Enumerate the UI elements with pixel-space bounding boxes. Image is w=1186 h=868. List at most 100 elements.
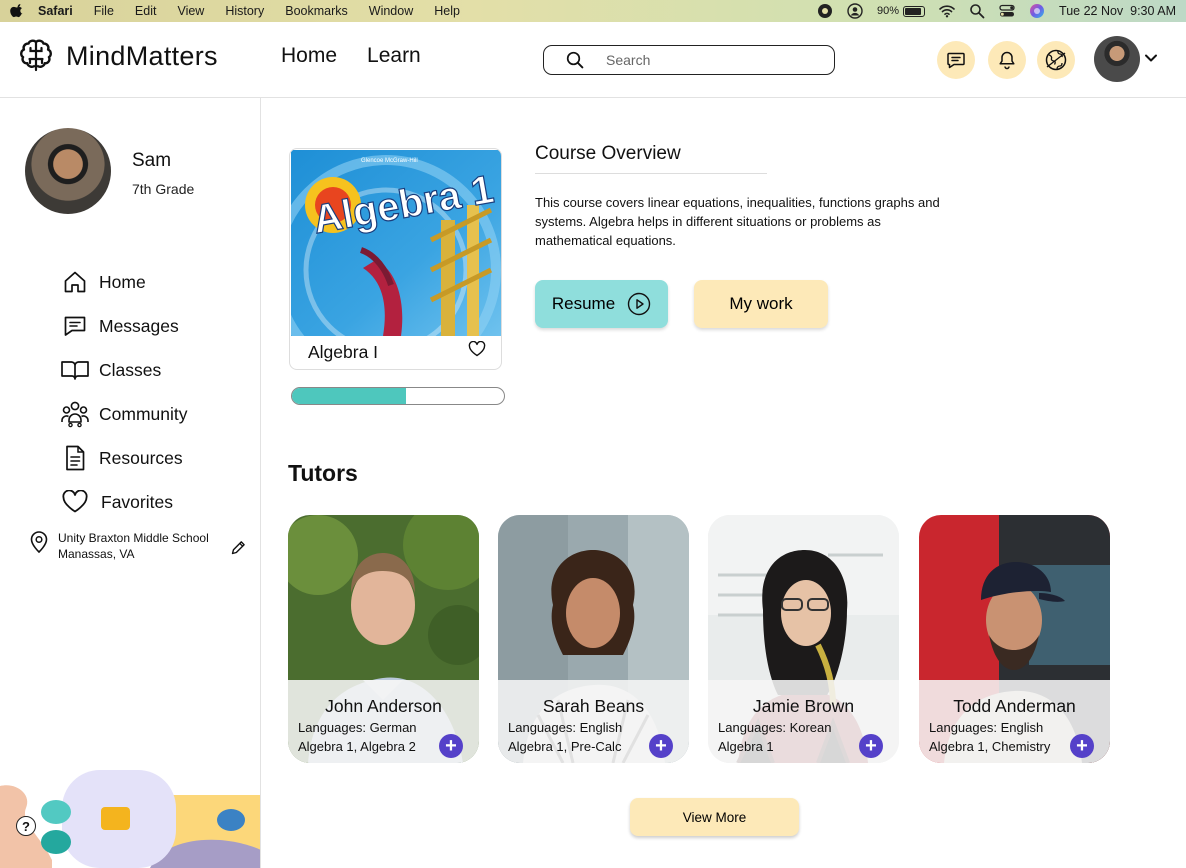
tutor-info: Jamie Brown Languages: Korean Algebra 1 …: [708, 680, 899, 763]
sidebar-item-resources[interactable]: Resources: [60, 436, 188, 480]
add-tutor-button[interactable]: +: [1070, 734, 1094, 758]
tutor-card[interactable]: Jamie Brown Languages: Korean Algebra 1 …: [708, 515, 899, 763]
search-icon: [566, 51, 584, 69]
tutor-subjects: Algebra 1, Algebra 2: [298, 739, 416, 754]
tutor-languages: Languages: German: [298, 720, 417, 735]
profile-grade: 7th Grade: [132, 181, 195, 197]
sidebar-item-label: Home: [99, 271, 146, 292]
my-work-button[interactable]: My work: [694, 280, 828, 328]
brand-logo[interactable]: MindMatters: [18, 38, 218, 74]
chevron-down-icon[interactable]: [1144, 53, 1158, 63]
add-tutor-button[interactable]: +: [859, 734, 883, 758]
tutor-card[interactable]: Todd Anderman Languages: English Algebra…: [919, 515, 1110, 763]
favorite-heart-icon[interactable]: [468, 341, 486, 357]
battery-icon: [903, 5, 926, 17]
top-nav-learn[interactable]: Learn: [367, 44, 421, 68]
user-avatar[interactable]: [1094, 36, 1140, 82]
course-progress-bar: [291, 387, 505, 405]
view-more-button[interactable]: View More: [630, 798, 799, 836]
battery-percent: 90%: [877, 5, 900, 17]
course-overview-title: Course Overview: [535, 143, 767, 174]
battery-status[interactable]: 90%: [877, 5, 926, 17]
course-title: Algebra I: [308, 342, 379, 362]
help-icon[interactable]: ?: [16, 816, 36, 836]
user-account-icon[interactable]: [847, 3, 863, 19]
top-nav-home[interactable]: Home: [281, 44, 337, 68]
menu-edit[interactable]: Edit: [135, 4, 157, 18]
edit-pencil-icon[interactable]: [230, 540, 246, 556]
spotlight-search-icon[interactable]: [969, 3, 985, 19]
book-icon: [60, 355, 90, 385]
location-pin-icon: [30, 531, 48, 554]
sidebar-item-community[interactable]: Community: [60, 392, 188, 436]
sidebar: Sam 7th Grade Home Messages Classes Comm…: [0, 98, 261, 868]
message-icon: [60, 311, 90, 341]
profile-avatar[interactable]: [25, 128, 111, 214]
tutor-name: Sarah Beans: [542, 696, 645, 716]
profile-name: Sam: [132, 150, 172, 171]
resume-button[interactable]: Resume: [535, 280, 668, 328]
sidebar-item-classes[interactable]: Classes: [60, 348, 188, 392]
play-circle-icon: [627, 292, 651, 316]
sidebar-item-label: Resources: [99, 447, 183, 468]
menu-view[interactable]: View: [177, 4, 204, 18]
siri-icon[interactable]: [1029, 3, 1045, 19]
school-name: Unity Braxton Middle School: [58, 531, 209, 545]
apple-icon[interactable]: [10, 4, 24, 18]
plus-icon: +: [865, 735, 877, 757]
menu-history[interactable]: History: [225, 4, 264, 18]
sidebar-item-messages[interactable]: Messages: [60, 304, 188, 348]
notifications-button[interactable]: [988, 41, 1026, 79]
my-work-label: My work: [729, 294, 793, 313]
cover-publisher: Glencoe McGraw-Hill: [361, 158, 418, 164]
control-center-icon[interactable]: [999, 3, 1015, 19]
sidebar-item-label: Favorites: [101, 491, 173, 512]
heart-icon: [60, 487, 90, 517]
tutor-card[interactable]: John Anderson Languages: German Algebra …: [288, 515, 479, 763]
document-icon: [60, 443, 90, 473]
add-tutor-button[interactable]: +: [649, 734, 673, 758]
search-input[interactable]: [606, 52, 826, 68]
tutor-name: Jamie Brown: [752, 696, 855, 716]
messages-button[interactable]: [937, 41, 975, 79]
tutor-info: John Anderson Languages: German Algebra …: [288, 680, 479, 763]
tutor-languages: Languages: English: [929, 720, 1044, 735]
sidebar-item-favorites[interactable]: Favorites: [60, 480, 188, 524]
course-overview-text: This course covers linear equations, ine…: [535, 195, 940, 248]
globe-icon: [1045, 49, 1067, 71]
tutor-name: Todd Anderman: [953, 696, 1076, 716]
tutor-info: Todd Anderman Languages: English Algebra…: [919, 680, 1110, 763]
tutor-subjects: Algebra 1, Pre-Calc: [508, 739, 622, 754]
search-bar[interactable]: [543, 45, 835, 75]
wifi-icon[interactable]: [939, 3, 955, 19]
add-tutor-button[interactable]: +: [439, 734, 463, 758]
language-button[interactable]: [1037, 41, 1075, 79]
tutor-info: Sarah Beans Languages: English Algebra 1…: [498, 680, 689, 763]
menubar-clock[interactable]: Tue 22 Nov 9:30 AM: [1059, 4, 1176, 18]
menu-app-name[interactable]: Safari: [38, 4, 73, 18]
top-nav: Home Learn: [281, 44, 421, 68]
menu-bookmarks[interactable]: Bookmarks: [285, 4, 348, 18]
brain-logo-icon: [20, 39, 52, 72]
system-menubar: Safari File Edit View History Bookmarks …: [0, 0, 1186, 22]
bell-icon: [999, 51, 1015, 70]
course-cover-image: Glencoe McGraw-Hill Algebra 1: [291, 150, 501, 336]
view-more-label: View More: [682, 809, 747, 825]
resume-label: Resume: [551, 294, 616, 313]
menu-file[interactable]: File: [94, 4, 114, 18]
plus-icon: +: [655, 735, 667, 757]
tutor-card[interactable]: Sarah Beans Languages: English Algebra 1…: [498, 515, 689, 763]
menu-window[interactable]: Window: [369, 4, 413, 18]
plus-icon: +: [1076, 735, 1088, 757]
course-card[interactable]: Glencoe McGraw-Hill Algebra 1 Algebra I: [289, 148, 502, 370]
tutor-languages: Languages: English: [508, 720, 623, 735]
menu-help[interactable]: Help: [434, 4, 460, 18]
course-progress-fill: [292, 388, 407, 404]
record-icon[interactable]: [817, 3, 833, 19]
school-city: Manassas, VA: [58, 547, 135, 561]
community-icon: [60, 399, 90, 429]
tutor-languages: Languages: Korean: [718, 720, 832, 735]
sidebar-item-home[interactable]: Home: [60, 260, 188, 304]
plus-icon: +: [445, 735, 457, 757]
sidebar-nav: Home Messages Classes Community Resource…: [60, 260, 188, 524]
